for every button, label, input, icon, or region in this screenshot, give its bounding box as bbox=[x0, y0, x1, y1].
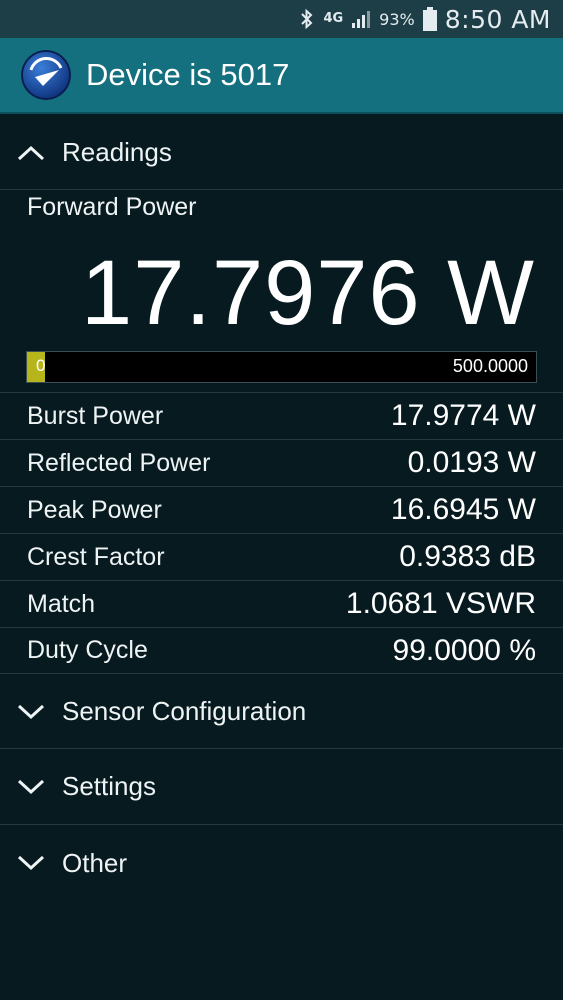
app-logo-icon[interactable] bbox=[21, 50, 71, 100]
app-title: Device is 5017 bbox=[86, 57, 290, 92]
bar-max-label: 500.0000 bbox=[452, 356, 528, 376]
reading-row-match: Match 1.0681 VSWR bbox=[0, 580, 563, 627]
section-readings[interactable]: Readings bbox=[0, 116, 563, 190]
chevron-down-icon bbox=[6, 767, 56, 807]
reading-label: Match bbox=[27, 589, 96, 618]
forward-power-bar: 0 500.0000 bbox=[26, 351, 537, 383]
reading-value: 0.9383 dB bbox=[399, 540, 536, 573]
reading-row-crest-factor: Crest Factor 0.9383 dB bbox=[0, 533, 563, 580]
section-settings[interactable]: Settings bbox=[0, 749, 563, 825]
bluetooth-icon bbox=[299, 8, 315, 30]
status-bar: 4G 93% 8:50 AM bbox=[0, 0, 563, 38]
reading-row-reflected-power: Reflected Power 0.0193 W bbox=[0, 439, 563, 486]
section-label: Settings bbox=[62, 771, 156, 801]
reading-row-duty-cycle: Duty Cycle 99.0000 % bbox=[0, 627, 563, 674]
reading-row-peak-power: Peak Power 16.6945 W bbox=[0, 486, 563, 533]
clock: 8:50 AM bbox=[444, 4, 551, 34]
forward-power-value: 17.7976 W bbox=[81, 242, 535, 344]
reading-value: 0.0193 W bbox=[407, 446, 536, 479]
section-sensor-configuration[interactable]: Sensor Configuration bbox=[0, 675, 563, 749]
reading-value: 16.6945 W bbox=[390, 493, 536, 526]
section-other[interactable]: Other bbox=[0, 825, 563, 901]
signal-icon bbox=[351, 9, 373, 29]
section-label: Other bbox=[62, 847, 128, 878]
section-readings-label: Readings bbox=[62, 137, 172, 167]
reading-label: Reflected Power bbox=[27, 448, 211, 477]
reading-value: 1.0681 VSWR bbox=[345, 587, 536, 620]
chevron-down-icon bbox=[6, 843, 56, 883]
reading-label: Crest Factor bbox=[27, 542, 165, 571]
section-label: Sensor Configuration bbox=[62, 696, 307, 726]
reading-label: Duty Cycle bbox=[27, 636, 148, 664]
reading-value: 99.0000 % bbox=[392, 633, 536, 667]
battery-percent: 93% bbox=[379, 9, 415, 29]
network-type-icon: 4G bbox=[323, 11, 344, 26]
bar-min-label: 0 bbox=[36, 356, 46, 375]
reading-label: Burst Power bbox=[27, 401, 164, 430]
reading-row-burst-power: Burst Power 17.9774 W bbox=[0, 392, 563, 439]
reading-value: 17.9774 W bbox=[390, 399, 536, 432]
app-bar: Device is 5017 bbox=[0, 38, 563, 114]
chevron-up-icon bbox=[6, 133, 56, 173]
forward-power-label: Forward Power bbox=[27, 193, 197, 221]
chevron-down-icon bbox=[6, 692, 56, 732]
reading-label: Peak Power bbox=[27, 495, 162, 524]
battery-icon bbox=[422, 7, 437, 31]
